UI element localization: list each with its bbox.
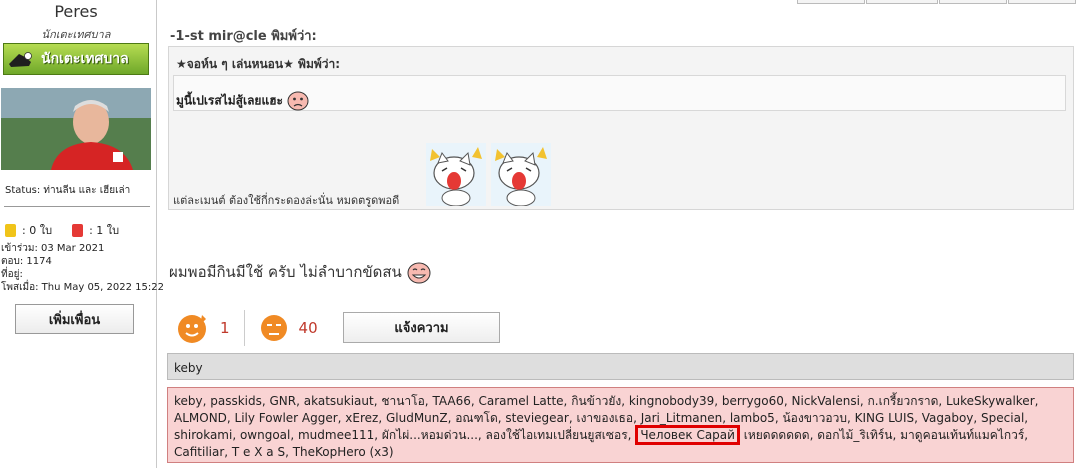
- divider: [4, 206, 150, 207]
- last-liker[interactable]: keby: [167, 353, 1074, 380]
- post-message-text: ผมพอมีกินมีใช้ ครับ ไม่ลำบากขัดสน: [169, 263, 402, 281]
- red-card-count: : 1 ใบ: [89, 224, 120, 237]
- nested-quote-text: มูนี้เปเรสไม่สู้เลยแฮะ: [176, 91, 309, 111]
- yellow-card-count: : 0 ใบ: [22, 224, 53, 237]
- cat-sticker-image: [491, 143, 551, 207]
- dislike-count: 40: [298, 319, 318, 337]
- highlighted-liker[interactable]: Человек Сарай: [635, 425, 740, 445]
- liker-list: keby, passkids, GNR, akatsukiaut, ชานาโอ…: [167, 387, 1074, 463]
- yellow-card-icon: [5, 223, 16, 237]
- card-counts: : 0 ใบ : 1 ใบ: [5, 221, 119, 239]
- like-emoji-icon[interactable]: [176, 311, 210, 345]
- post-message: ผมพอมีกินมีใช้ ครับ ไม่ลำบากขัดสน: [169, 260, 431, 284]
- football-boot-icon: [9, 52, 32, 67]
- top-tab[interactable]: [1008, 0, 1076, 4]
- red-card-icon: [72, 223, 84, 237]
- user-status: Status: ท่านลีน และ เฮียเล่า: [5, 185, 131, 196]
- cat-sticker-icon: [426, 143, 486, 207]
- avatar[interactable]: [1, 88, 151, 170]
- divider: [243, 310, 245, 346]
- username[interactable]: Peres: [0, 2, 152, 21]
- reaction-bar: 1 40: [176, 310, 318, 346]
- nested-quote-message: มูนี้เปเรสไม่สู้เลยแฮะ: [176, 93, 283, 108]
- avatar-image: [1, 88, 151, 170]
- cat-sticker-icon: [491, 143, 551, 207]
- top-tab[interactable]: [866, 0, 938, 4]
- user-sidebar: Peres นักเตะเทศบาล นักเตะเทศบาล Status: …: [0, 0, 164, 468]
- nested-quote-author: ★จอห์น ๆ เล่นหนอน★ พิมพ์ว่า:: [176, 57, 341, 71]
- user-rank: นักเตะเทศบาล: [41, 28, 111, 41]
- sad-emoji-icon: [287, 91, 309, 111]
- rank-badge: นักเตะเทศบาล: [3, 43, 149, 75]
- like-count: 1: [220, 319, 230, 337]
- top-tab[interactable]: [797, 0, 865, 4]
- quote-text: แต่ละเมนต์ ต้องใช้กี่กระดองล่ะนั่น หมดตร…: [173, 194, 400, 207]
- dislike-emoji-icon[interactable]: [259, 313, 289, 343]
- rank-badge-label: นักเตะเทศบาล: [41, 51, 129, 67]
- quote-author: -1-st mir@cle พิมพ์ว่า:: [170, 29, 317, 44]
- add-friend-button[interactable]: เพิ่มเพื่อน: [15, 304, 134, 334]
- report-button[interactable]: แจ้งความ: [343, 312, 500, 343]
- cat-sticker-image: [426, 143, 486, 207]
- grin-emoji-icon: [407, 262, 431, 283]
- last-post-time: โพสเมื่อ: Thu May 05, 2022 15:22: [1, 282, 164, 293]
- top-tab[interactable]: [939, 0, 1007, 4]
